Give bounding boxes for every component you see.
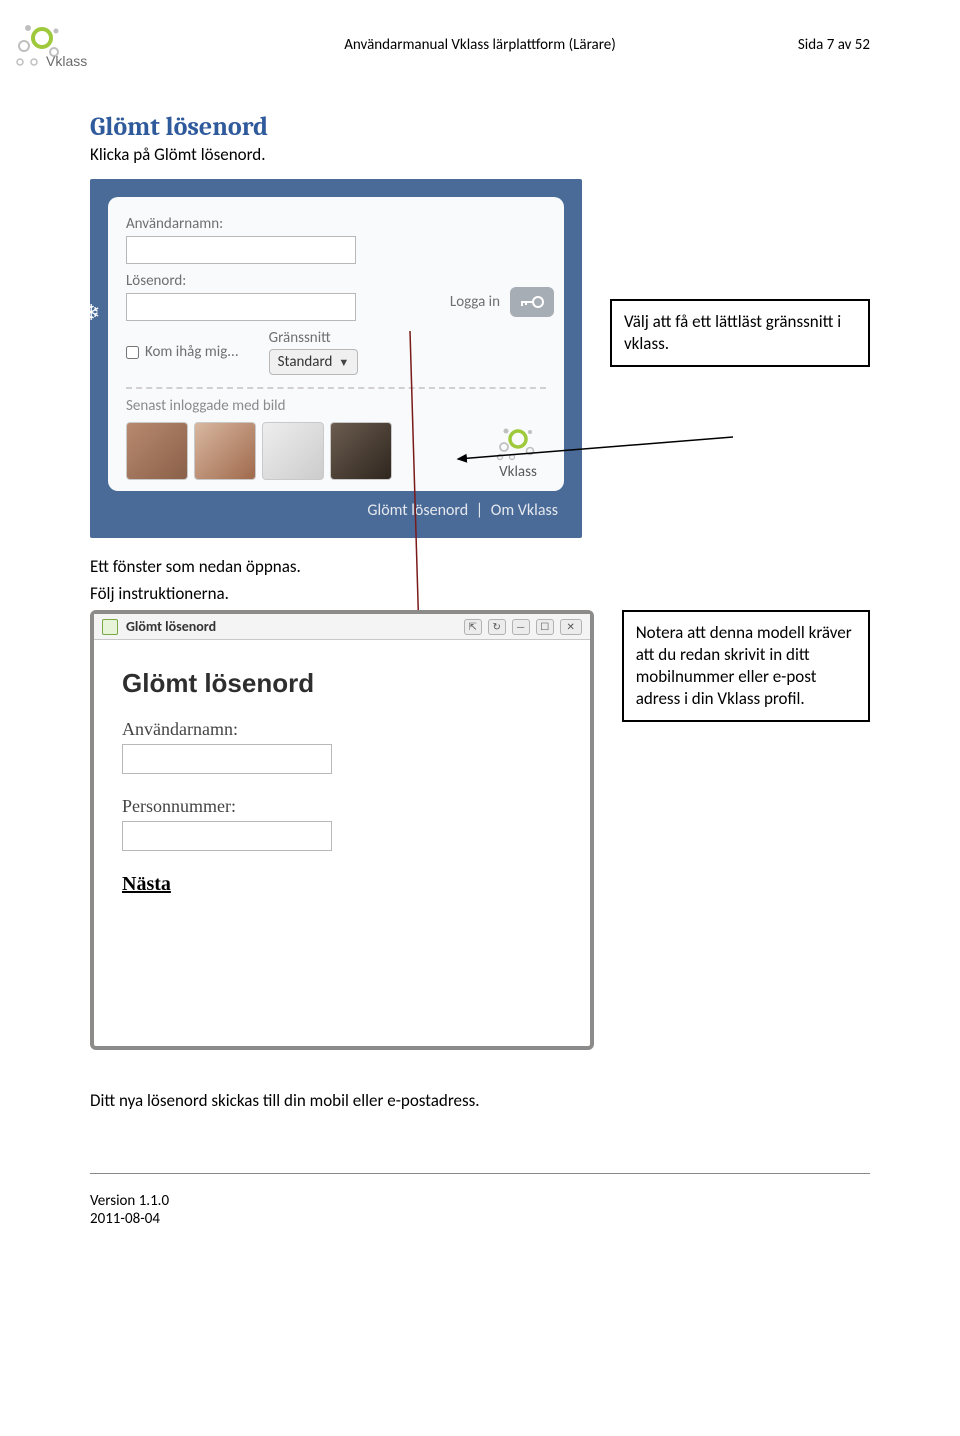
remember-label: Kom ihåg mig... — [145, 343, 239, 361]
avatar[interactable] — [194, 422, 256, 480]
interface-dropdown-value: Standard — [278, 353, 333, 371]
vklass-brand-mini: Vklass — [490, 421, 546, 481]
vklass-brand-label: Vklass — [499, 463, 537, 481]
section-heading: Glömt lösenord — [90, 112, 870, 142]
page-footer: Version 1.1.0 2011-08-04 — [0, 1174, 960, 1268]
final-note: Ditt nya lösenord skickas till din mobil… — [90, 1090, 870, 1111]
login-button-label[interactable]: Logga in — [450, 293, 500, 311]
modal-heading: Glömt lösenord — [122, 668, 562, 699]
login-footer-links: Glömt lösenord | Om Vklass — [108, 491, 564, 520]
password-input[interactable] — [126, 293, 356, 321]
interface-label: Gränssnitt — [269, 329, 359, 347]
modal-personnr-input[interactable] — [122, 821, 332, 851]
footer-date: 2011-08-04 — [90, 1210, 870, 1228]
login-widget: ❄ Användarnamn: Lösenord: Logga in — [90, 179, 582, 538]
page-indicator: Sida 7 av 52 — [798, 36, 870, 54]
username-input[interactable] — [126, 236, 356, 264]
forgot-password-link[interactable]: Glömt lösenord — [367, 501, 468, 520]
footer-version: Version 1.1.0 — [90, 1192, 870, 1210]
follow-instructions-text: Följ instruktionerna. — [90, 583, 870, 604]
profile-note-text: Notera att denna modell kräver att du re… — [636, 622, 852, 709]
remember-checkbox-input[interactable] — [126, 346, 139, 359]
recent-logged-in-title: Senast inloggade med bild — [126, 397, 546, 415]
header-title: Användarmanual Vklass lärplattform (Lära… — [344, 36, 616, 54]
minimize-button[interactable]: — — [512, 619, 530, 635]
pin-button[interactable]: ⇱ — [464, 619, 482, 635]
modal-title: Glömt lösenord — [126, 618, 456, 635]
profile-note-callout: Notera att denna modell kräver att du re… — [622, 610, 870, 722]
avatar[interactable] — [262, 422, 324, 480]
avatar[interactable] — [330, 422, 392, 480]
modal-username-label: Användarnamn: — [122, 719, 562, 740]
logo-text: Vklass — [46, 53, 87, 69]
modal-titlebar: Glömt lösenord ⇱ ↻ — ☐ ✕ — [94, 614, 590, 640]
vklass-logo: Vklass — [10, 18, 100, 72]
login-panel: Användarnamn: Lösenord: Logga in — [108, 197, 564, 491]
window-icon — [102, 619, 118, 635]
interface-dropdown[interactable]: Standard ▼ — [269, 349, 359, 375]
window-opens-text: Ett fönster som nedan öppnas. — [90, 556, 870, 577]
interface-callout-text: Välj att få ett lättläst gränssnitt i vk… — [624, 311, 841, 354]
maximize-button[interactable]: ☐ — [536, 619, 554, 635]
divider — [126, 387, 546, 389]
recent-avatars-row: Vklass — [126, 421, 546, 481]
login-button-area: Logga in — [450, 287, 554, 317]
close-button[interactable]: ✕ — [560, 619, 582, 635]
about-vklass-link[interactable]: Om Vklass — [491, 501, 558, 520]
chevron-down-icon: ▼ — [338, 356, 349, 369]
snowflake-icon: ❄ — [82, 299, 100, 326]
remember-checkbox[interactable]: Kom ihåg mig... — [126, 343, 239, 361]
separator: | — [476, 501, 483, 520]
page-header: Vklass Användarmanual Vklass lärplattfor… — [0, 0, 960, 72]
next-button[interactable]: Nästa — [122, 873, 171, 895]
refresh-button[interactable]: ↻ — [488, 619, 506, 635]
avatar[interactable] — [126, 422, 188, 480]
key-icon[interactable] — [510, 287, 554, 317]
forgot-password-modal: Glömt lösenord ⇱ ↻ — ☐ ✕ Glömt lösenord … — [90, 610, 594, 1050]
modal-personnr-label: Personnummer: — [122, 796, 562, 817]
modal-username-input[interactable] — [122, 744, 332, 774]
section-intro: Klicka på Glömt lösenord. — [90, 144, 870, 165]
username-label: Användarnamn: — [126, 215, 546, 233]
interface-callout: Välj att få ett lättläst gränssnitt i vk… — [610, 299, 870, 367]
